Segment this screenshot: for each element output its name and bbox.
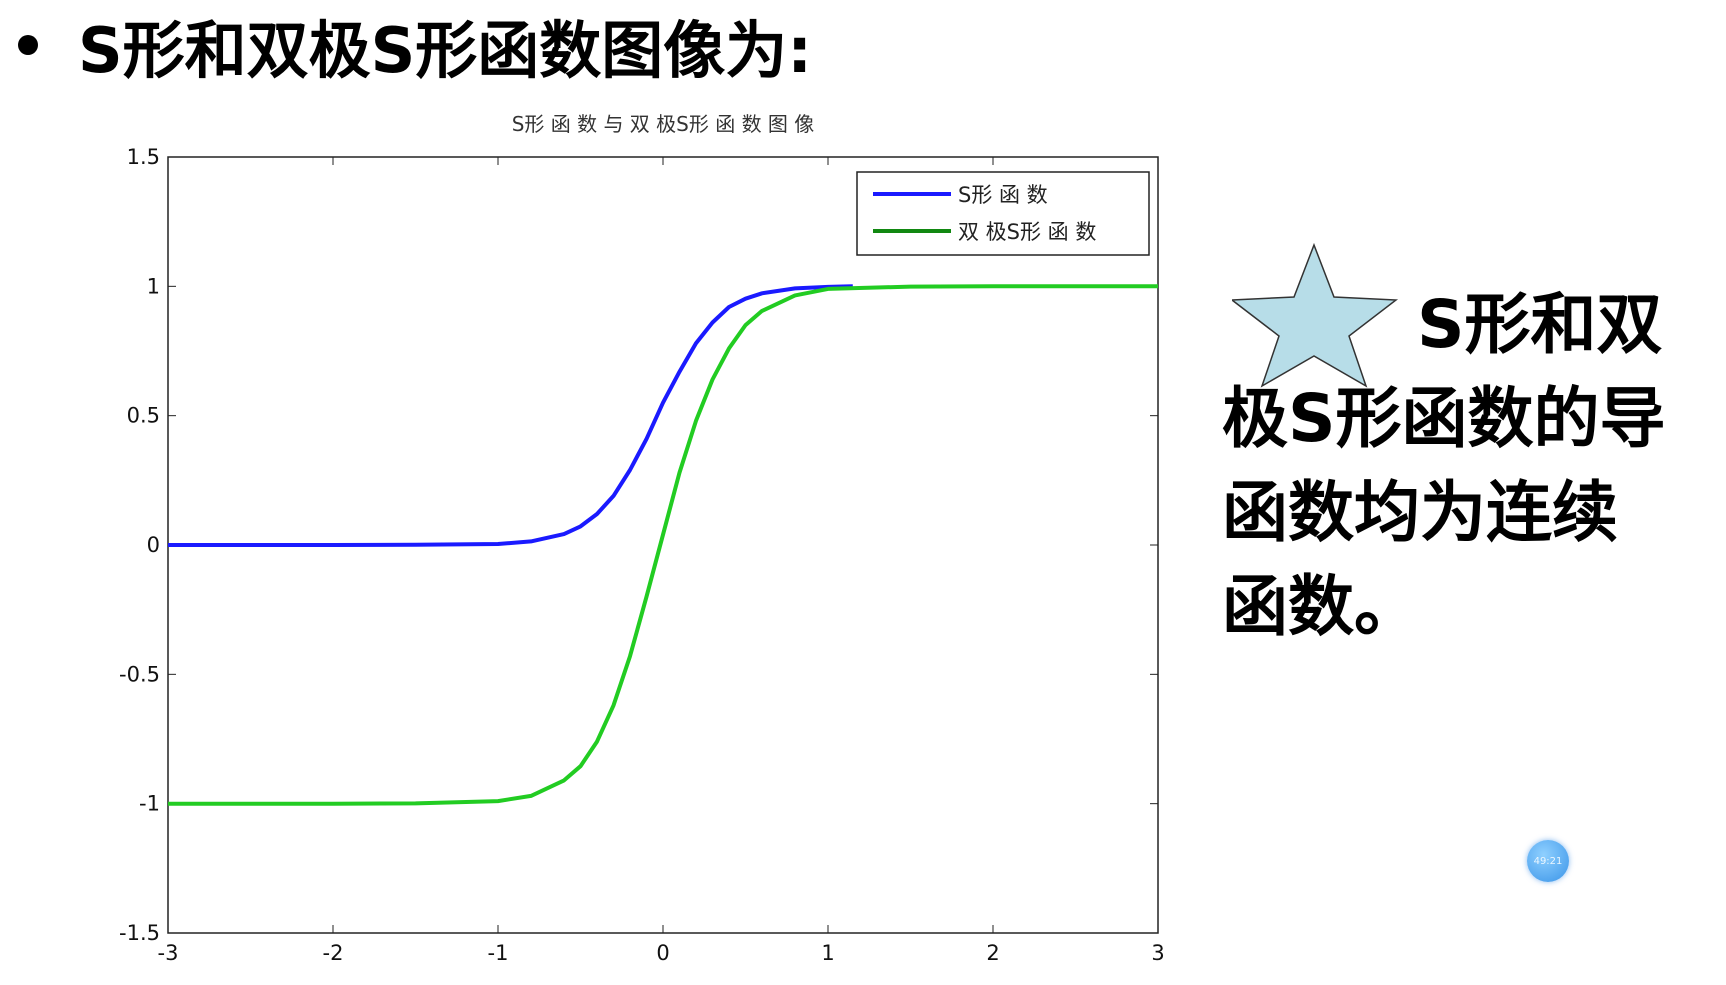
side-note-line-4: 函数。	[1222, 568, 1420, 645]
side-note-line-1: S形和双	[1222, 278, 1722, 372]
side-note-line-2: 极S形函数的导	[1222, 380, 1666, 457]
timer-badge[interactable]: 49:21	[1527, 840, 1569, 882]
y-tick-label-4: 0.5	[127, 404, 160, 428]
y-tick-label-2: -0.5	[119, 662, 160, 686]
x-tick-label-6: 3	[1151, 941, 1164, 965]
x-tick-label-4: 1	[821, 941, 834, 965]
side-note-line-3: 函数均为连续	[1222, 474, 1618, 551]
y-tick-label-1: -1	[139, 792, 160, 816]
x-tick-label-0: -3	[158, 941, 179, 965]
legend-label-0: S形 函 数	[958, 183, 1048, 207]
x-tick-label-5: 2	[986, 941, 999, 965]
x-tick-label-1: -2	[323, 941, 344, 965]
x-tick-label-2: -1	[488, 941, 509, 965]
y-tick-label-6: 1.5	[127, 145, 160, 169]
y-tick-label-5: 1	[147, 274, 160, 298]
y-tick-label-0: -1.5	[119, 921, 160, 945]
chart-title: S形 函 数 与 双 极S形 函 数 图 像	[512, 112, 815, 136]
side-note: S形和双 极S形函数的导 函数均为连续 函数。	[1222, 278, 1722, 654]
series-line-0	[168, 284, 853, 547]
x-tick-label-3: 0	[656, 941, 669, 965]
legend-label-1: 双 极S形 函 数	[958, 220, 1096, 244]
y-tick-label-3: 0	[147, 533, 160, 557]
side-note-line-1-text: S形和双	[1417, 286, 1663, 363]
